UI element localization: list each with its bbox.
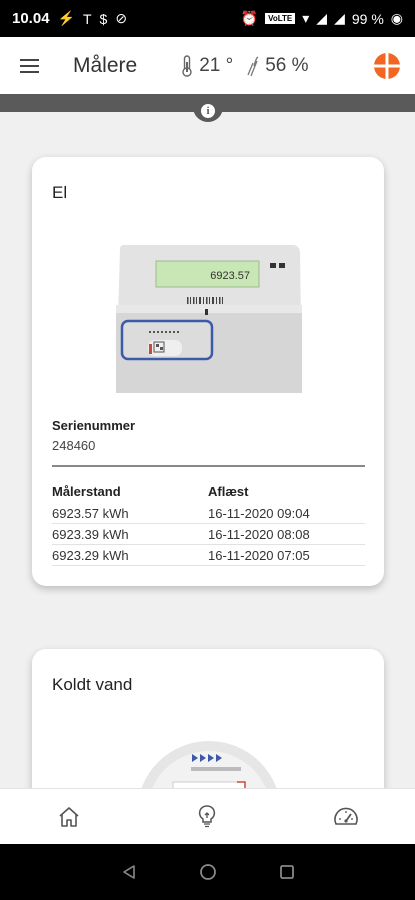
battery-level: 99 % (351, 10, 384, 27)
lightbulb-icon (199, 804, 216, 827)
table-row: 6923.57 kWh 16-11-2020 09:04 (52, 503, 365, 524)
nav-home[interactable] (39, 789, 99, 845)
alarm-icon: ⏰ (240, 10, 259, 26)
signal-2-icon: ◢ (334, 10, 345, 26)
reading-value: 6923.39 kWh (52, 526, 129, 542)
serial-number-label: Serienummer (52, 418, 136, 433)
reading-time: 16-11-2020 09:04 (208, 505, 310, 521)
table-row: 6923.39 kWh 16-11-2020 08:08 (52, 524, 365, 545)
table-row: 6923.29 kWh 16-11-2020 07:05 (52, 545, 365, 566)
divider (52, 465, 365, 467)
nav-tips[interactable] (177, 789, 237, 845)
battery-icon: ◉ (390, 10, 403, 26)
table-header: Målerstand Aflæst (52, 479, 365, 503)
notification-icons: ⚡ T $ ⊘ (58, 10, 128, 27)
weather-info: 21 ° 56 % (181, 54, 309, 77)
home-icon (59, 806, 79, 827)
back-icon[interactable] (121, 864, 137, 880)
reading-value: 6923.29 kWh (52, 547, 129, 563)
reading-time: 16-11-2020 08:08 (208, 526, 310, 542)
status-bar: 10.04 ⚡ T $ ⊘ ⏰ VoLTE ▾ ◢ ◢ 99 % ◉ (0, 0, 415, 37)
nav-meters[interactable] (316, 789, 376, 845)
bottom-navigation (0, 788, 415, 844)
app-bar: Målere 21 ° 56 % (0, 37, 415, 94)
reading-value: 6923.57 kWh (52, 505, 129, 521)
brand-logo[interactable] (373, 52, 401, 80)
humidity-value: 56 % (265, 54, 309, 76)
system-navigation (0, 844, 415, 900)
wifi-icon: ▾ (302, 10, 310, 26)
meter-card-cold-water[interactable]: Koldt vand (32, 649, 384, 809)
serial-number-value: 248460 (52, 438, 96, 453)
hamburger-menu-icon[interactable] (0, 37, 58, 94)
card-title: El (52, 183, 68, 202)
info-icon: i (201, 104, 215, 118)
signal-icon: ◢ (316, 10, 328, 26)
temperature-value: 21 ° (199, 54, 234, 76)
info-button[interactable]: i (193, 100, 223, 122)
flash-icon: ⚡ (57, 10, 75, 26)
readings-table: Målerstand Aflæst 6923.57 kWh 16-11-2020… (52, 479, 365, 566)
tesla-icon: T (82, 10, 92, 27)
column-header-reading: Målerstand (52, 483, 121, 499)
status-time: 10.04 (12, 10, 50, 27)
page-title: Målere (73, 53, 138, 77)
recents-icon[interactable] (279, 864, 295, 880)
humidity-icon (247, 55, 259, 76)
blocked-icon: ⊘ (115, 10, 128, 26)
home-circle-icon[interactable] (199, 863, 217, 881)
reading-time: 16-11-2020 07:05 (208, 547, 310, 563)
speedometer-icon (334, 807, 358, 825)
meter-display-reading: 6923.57 (210, 270, 250, 282)
electricity-meter-image: 6923.57 (116, 245, 302, 393)
dollar-icon: $ (99, 10, 108, 27)
volte-badge: VoLTE (265, 13, 296, 24)
card-title: Koldt vand (52, 675, 133, 694)
thermometer-icon (182, 54, 192, 77)
column-header-read-time: Aflæst (208, 483, 249, 499)
meter-card-electricity[interactable]: El 6923.57 Serienummer 248460 Målerstand… (32, 157, 384, 586)
